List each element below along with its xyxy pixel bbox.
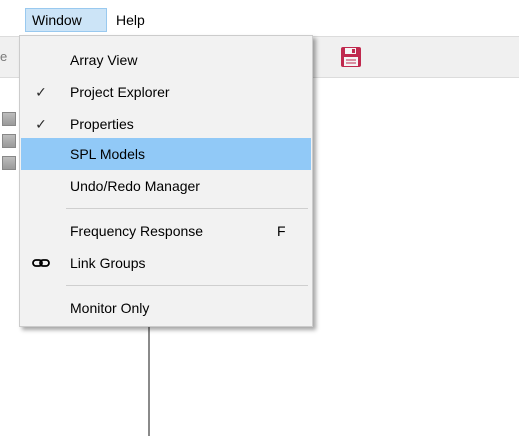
save-icon: [341, 47, 361, 67]
tool-icon[interactable]: [2, 156, 16, 170]
menubar-window[interactable]: Window: [25, 8, 107, 32]
menu-item-link-groups[interactable]: Link Groups: [21, 247, 311, 279]
tool-icon[interactable]: [2, 134, 16, 148]
left-tool-strip: [2, 112, 16, 192]
menu-item-label: Monitor Only: [70, 300, 150, 316]
menu-item-label: Undo/Redo Manager: [70, 178, 200, 194]
menu-item-label: SPL Models: [70, 146, 145, 162]
menu-separator: [66, 285, 308, 286]
menu-item-spl-models[interactable]: SPL Models: [21, 138, 311, 170]
menu-item-project-explorer[interactable]: ✓ Project Explorer: [21, 76, 311, 108]
menu-item-array-view[interactable]: Array View: [21, 44, 311, 76]
panel-divider[interactable]: [148, 320, 150, 436]
tool-icon[interactable]: [2, 112, 16, 126]
menu-item-properties[interactable]: ✓ Properties: [21, 108, 311, 140]
menu-item-label: Link Groups: [70, 255, 146, 271]
check-icon: ✓: [35, 116, 47, 132]
menu-separator: [66, 208, 308, 209]
menu-item-label: Properties: [70, 116, 134, 132]
check-icon: ✓: [35, 84, 47, 100]
menu-item-frequency-response[interactable]: Frequency Response F: [21, 215, 311, 247]
menu-item-label: Project Explorer: [70, 84, 170, 100]
menu-item-monitor-only[interactable]: Monitor Only: [21, 292, 311, 324]
toolbar-cut-label: e: [0, 49, 8, 64]
save-button[interactable]: [340, 46, 362, 68]
link-icon: [31, 256, 51, 270]
window-menu-dropdown: Array View ✓ Project Explorer ✓ Properti…: [19, 35, 313, 327]
menubar-help[interactable]: Help: [110, 8, 160, 32]
menubar: Window Help: [0, 0, 519, 36]
menu-item-label: Frequency Response: [70, 223, 204, 239]
menu-item-undo-redo-manager[interactable]: Undo/Redo Manager: [21, 170, 311, 202]
menu-item-shortcut: F: [277, 223, 286, 239]
menu-item-label: Array View: [70, 52, 138, 68]
